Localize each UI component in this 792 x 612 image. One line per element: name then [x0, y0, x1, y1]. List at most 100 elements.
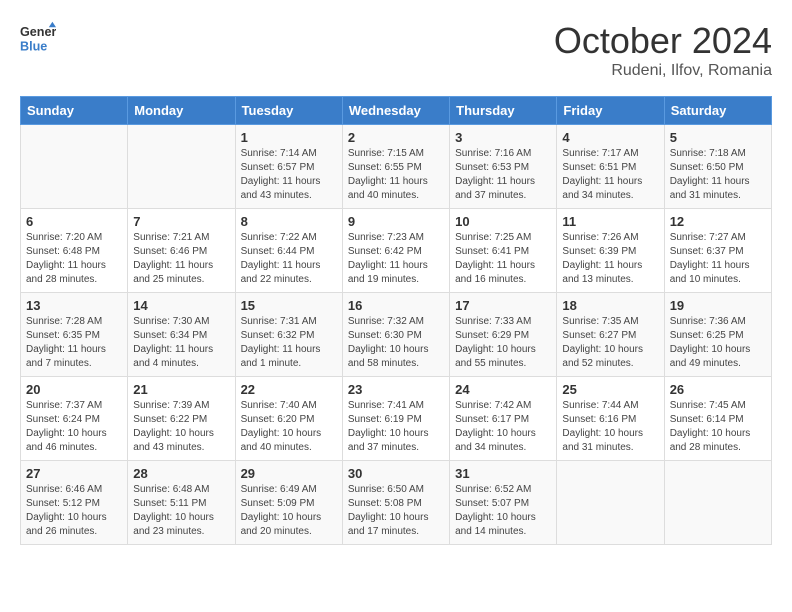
calendar-week-row: 6Sunrise: 7:20 AM Sunset: 6:48 PM Daylig…	[21, 209, 772, 293]
day-number: 21	[133, 382, 229, 397]
day-number: 26	[670, 382, 766, 397]
calendar-cell	[557, 461, 664, 545]
day-info: Sunrise: 6:50 AM Sunset: 5:08 PM Dayligh…	[348, 483, 444, 539]
day-info: Sunrise: 7:41 AM Sunset: 6:19 PM Dayligh…	[348, 399, 444, 455]
day-number: 31	[455, 466, 551, 481]
day-number: 8	[241, 214, 337, 229]
day-info: Sunrise: 7:15 AM Sunset: 6:55 PM Dayligh…	[348, 147, 444, 203]
day-info: Sunrise: 7:18 AM Sunset: 6:50 PM Dayligh…	[670, 147, 766, 203]
day-number: 14	[133, 298, 229, 313]
calendar-cell: 20 Sunrise: 7:37 AM Sunset: 6:24 PM Dayli…	[21, 377, 128, 461]
calendar-cell: 7 Sunrise: 7:21 AM Sunset: 6:46 PM Daylig…	[128, 209, 235, 293]
calendar-cell: 11 Sunrise: 7:26 AM Sunset: 6:39 PM Dayli…	[557, 209, 664, 293]
calendar-cell: 30Sunrise: 6:50 AM Sunset: 5:08 PM Dayli…	[342, 461, 449, 545]
calendar-cell: 12 Sunrise: 7:27 AM Sunset: 6:37 PM Dayli…	[664, 209, 771, 293]
month-title: October 2024	[554, 20, 772, 62]
day-number: 1	[241, 130, 337, 145]
day-info: Sunrise: 7:39 AM Sunset: 6:22 PM Dayligh…	[133, 399, 229, 455]
day-info: Sunrise: 7:32 AM Sunset: 6:30 PM Dayligh…	[348, 315, 444, 371]
day-info: Sunrise: 7:16 AM Sunset: 6:53 PM Dayligh…	[455, 147, 551, 203]
calendar-cell: 25Sunrise: 7:44 AM Sunset: 6:16 PM Dayli…	[557, 377, 664, 461]
calendar-cell: 22Sunrise: 7:40 AM Sunset: 6:20 PM Dayli…	[235, 377, 342, 461]
day-number: 3	[455, 130, 551, 145]
day-number: 11	[562, 214, 658, 229]
day-number: 7	[133, 214, 229, 229]
logo: General Blue	[20, 20, 56, 56]
calendar-cell	[21, 125, 128, 209]
day-info: Sunrise: 7:42 AM Sunset: 6:17 PM Dayligh…	[455, 399, 551, 455]
day-number: 9	[348, 214, 444, 229]
calendar-cell: 15Sunrise: 7:31 AM Sunset: 6:32 PM Dayli…	[235, 293, 342, 377]
calendar-cell: 6Sunrise: 7:20 AM Sunset: 6:48 PM Daylig…	[21, 209, 128, 293]
calendar-cell: 31 Sunrise: 6:52 AM Sunset: 5:07 PM Dayli…	[450, 461, 557, 545]
day-number: 27	[26, 466, 122, 481]
calendar-cell: 23 Sunrise: 7:41 AM Sunset: 6:19 PM Dayli…	[342, 377, 449, 461]
day-info: Sunrise: 7:21 AM Sunset: 6:46 PM Dayligh…	[133, 231, 229, 287]
calendar-cell: 5 Sunrise: 7:18 AM Sunset: 6:50 PM Daylig…	[664, 125, 771, 209]
page-header: General Blue October 2024 Rudeni, Ilfov,…	[20, 20, 772, 80]
svg-text:General: General	[20, 25, 56, 39]
weekday-header-saturday: Saturday	[664, 97, 771, 125]
day-number: 23	[348, 382, 444, 397]
day-info: Sunrise: 6:46 AM Sunset: 5:12 PM Dayligh…	[26, 483, 122, 539]
svg-text:Blue: Blue	[20, 40, 47, 54]
weekday-header-sunday: Sunday	[21, 97, 128, 125]
calendar-cell: 1 Sunrise: 7:14 AM Sunset: 6:57 PM Daylig…	[235, 125, 342, 209]
title-block: October 2024 Rudeni, Ilfov, Romania	[554, 20, 772, 80]
day-info: Sunrise: 7:25 AM Sunset: 6:41 PM Dayligh…	[455, 231, 551, 287]
day-number: 13	[26, 298, 122, 313]
day-info: Sunrise: 7:30 AM Sunset: 6:34 PM Dayligh…	[133, 315, 229, 371]
location-subtitle: Rudeni, Ilfov, Romania	[554, 62, 772, 80]
day-number: 4	[562, 130, 658, 145]
day-number: 16	[348, 298, 444, 313]
day-info: Sunrise: 7:35 AM Sunset: 6:27 PM Dayligh…	[562, 315, 658, 371]
calendar-week-row: 20 Sunrise: 7:37 AM Sunset: 6:24 PM Dayli…	[21, 377, 772, 461]
day-info: Sunrise: 7:20 AM Sunset: 6:48 PM Dayligh…	[26, 231, 122, 287]
day-info: Sunrise: 7:45 AM Sunset: 6:14 PM Dayligh…	[670, 399, 766, 455]
day-info: Sunrise: 7:37 AM Sunset: 6:24 PM Dayligh…	[26, 399, 122, 455]
calendar-cell	[664, 461, 771, 545]
weekday-header-thursday: Thursday	[450, 97, 557, 125]
calendar-cell: 27 Sunrise: 6:46 AM Sunset: 5:12 PM Dayli…	[21, 461, 128, 545]
day-number: 10	[455, 214, 551, 229]
day-number: 17	[455, 298, 551, 313]
calendar-cell: 2 Sunrise: 7:15 AM Sunset: 6:55 PM Daylig…	[342, 125, 449, 209]
calendar-cell: 16 Sunrise: 7:32 AM Sunset: 6:30 PM Dayli…	[342, 293, 449, 377]
calendar-cell: 29 Sunrise: 6:49 AM Sunset: 5:09 PM Dayli…	[235, 461, 342, 545]
day-info: Sunrise: 6:49 AM Sunset: 5:09 PM Dayligh…	[241, 483, 337, 539]
day-number: 29	[241, 466, 337, 481]
calendar-cell: 9 Sunrise: 7:23 AM Sunset: 6:42 PM Daylig…	[342, 209, 449, 293]
calendar-cell: 18Sunrise: 7:35 AM Sunset: 6:27 PM Dayli…	[557, 293, 664, 377]
calendar-cell: 26 Sunrise: 7:45 AM Sunset: 6:14 PM Dayli…	[664, 377, 771, 461]
calendar-week-row: 1 Sunrise: 7:14 AM Sunset: 6:57 PM Daylig…	[21, 125, 772, 209]
day-info: Sunrise: 7:23 AM Sunset: 6:42 PM Dayligh…	[348, 231, 444, 287]
weekday-header-tuesday: Tuesday	[235, 97, 342, 125]
day-number: 2	[348, 130, 444, 145]
day-info: Sunrise: 7:14 AM Sunset: 6:57 PM Dayligh…	[241, 147, 337, 203]
calendar-week-row: 13 Sunrise: 7:28 AM Sunset: 6:35 PM Dayli…	[21, 293, 772, 377]
day-info: Sunrise: 6:52 AM Sunset: 5:07 PM Dayligh…	[455, 483, 551, 539]
day-number: 19	[670, 298, 766, 313]
calendar-cell: 24Sunrise: 7:42 AM Sunset: 6:17 PM Dayli…	[450, 377, 557, 461]
calendar-cell: 21 Sunrise: 7:39 AM Sunset: 6:22 PM Dayli…	[128, 377, 235, 461]
day-info: Sunrise: 7:31 AM Sunset: 6:32 PM Dayligh…	[241, 315, 337, 371]
day-info: Sunrise: 7:17 AM Sunset: 6:51 PM Dayligh…	[562, 147, 658, 203]
day-number: 20	[26, 382, 122, 397]
calendar-cell: 3 Sunrise: 7:16 AM Sunset: 6:53 PM Daylig…	[450, 125, 557, 209]
day-number: 25	[562, 382, 658, 397]
calendar-cell: 8 Sunrise: 7:22 AM Sunset: 6:44 PM Daylig…	[235, 209, 342, 293]
day-number: 12	[670, 214, 766, 229]
calendar-cell: 10 Sunrise: 7:25 AM Sunset: 6:41 PM Dayli…	[450, 209, 557, 293]
day-info: Sunrise: 7:28 AM Sunset: 6:35 PM Dayligh…	[26, 315, 122, 371]
day-info: Sunrise: 7:27 AM Sunset: 6:37 PM Dayligh…	[670, 231, 766, 287]
weekday-header-monday: Monday	[128, 97, 235, 125]
day-info: Sunrise: 7:33 AM Sunset: 6:29 PM Dayligh…	[455, 315, 551, 371]
calendar-week-row: 27 Sunrise: 6:46 AM Sunset: 5:12 PM Dayli…	[21, 461, 772, 545]
day-info: Sunrise: 7:36 AM Sunset: 6:25 PM Dayligh…	[670, 315, 766, 371]
calendar-cell: 14 Sunrise: 7:30 AM Sunset: 6:34 PM Dayli…	[128, 293, 235, 377]
day-number: 5	[670, 130, 766, 145]
day-number: 28	[133, 466, 229, 481]
calendar-cell: 4 Sunrise: 7:17 AM Sunset: 6:51 PM Daylig…	[557, 125, 664, 209]
day-info: Sunrise: 7:26 AM Sunset: 6:39 PM Dayligh…	[562, 231, 658, 287]
day-info: Sunrise: 7:22 AM Sunset: 6:44 PM Dayligh…	[241, 231, 337, 287]
